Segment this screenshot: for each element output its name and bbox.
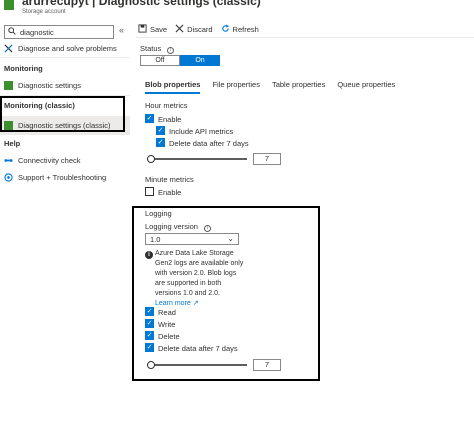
sidebar-item-label: Diagnose and solve problems [18, 43, 117, 53]
info-icon: i [204, 225, 212, 232]
discard-button[interactable]: Discard [175, 24, 213, 35]
logging-version-select[interactable]: 1.0 ⌄ [145, 233, 239, 245]
hour-delete-label: Delete data after 7 days [169, 139, 249, 148]
minute-enable-checkbox[interactable] [145, 187, 154, 196]
sidebar-item-connectivity-check[interactable]: Connectivity check [0, 153, 130, 167]
info-icon: i [167, 47, 175, 54]
minute-metrics-title: Minute metrics [145, 175, 194, 184]
logging-info-message: Azure Data Lake Storage Gen2 logs are av… [155, 249, 260, 309]
logging-retention-slider[interactable] [147, 361, 247, 369]
learn-more-link[interactable]: Learn more ↗ [155, 300, 199, 307]
hour-enable-checkbox[interactable]: ✓ [145, 114, 154, 123]
chevron-down-icon: ⌄ [227, 234, 234, 243]
read-checkbox[interactable]: ✓ [145, 307, 154, 316]
read-label: Read [158, 308, 176, 317]
delete-checkbox[interactable]: ✓ [145, 331, 154, 340]
minute-enable-label: Enable [158, 188, 182, 197]
wrench-icon [4, 43, 13, 53]
toolbar-divider [136, 37, 474, 38]
connectivity-icon [4, 156, 13, 165]
logging-version-label: Logging version i [145, 222, 212, 232]
hour-metrics-title: Hour metrics [145, 101, 188, 110]
collapse-sidebar-icon[interactable]: « [119, 25, 124, 35]
logging-version-value: 1.0 [150, 235, 161, 244]
tab-table-properties[interactable]: Table properties [272, 80, 325, 94]
tab-file-properties[interactable]: File properties [212, 80, 260, 94]
delete-label: Delete [158, 332, 180, 341]
properties-tabs: Blob properties File properties Table pr… [145, 80, 407, 94]
info-line: versions 1.0 and 2.0. [155, 290, 220, 297]
sidebar-item-diagnostic-settings[interactable]: Diagnostic settings [0, 78, 130, 92]
sidebar-item-support[interactable]: Support + Troubleshooting [0, 170, 130, 184]
sidebar-item-label: Connectivity check [18, 155, 81, 165]
logging-delete-after-label: Delete data after 7 days [158, 344, 238, 353]
sidebar-item-label: Support + Troubleshooting [18, 172, 107, 182]
toolbar: Save Discard Refresh [138, 22, 267, 36]
search-icon [8, 27, 16, 37]
refresh-label: Refresh [232, 24, 259, 34]
divider [0, 134, 130, 135]
save-button[interactable]: Save [138, 23, 168, 35]
save-icon [138, 23, 147, 35]
sidebar-item-label: Diagnostic settings [18, 80, 81, 90]
section-title-monitoring: Monitoring [4, 64, 43, 73]
sidebar-item-diagnose[interactable]: Diagnose and solve problems [0, 41, 130, 55]
status-label-text: Status [140, 44, 162, 53]
tab-blob-properties[interactable]: Blob properties [145, 80, 201, 94]
tab-queue-properties[interactable]: Queue properties [337, 80, 395, 94]
close-icon [175, 24, 184, 35]
blade-header: arurrecupyt | Diagnostic settings (class… [0, 0, 474, 20]
write-label: Write [158, 320, 176, 329]
support-icon [4, 172, 13, 182]
logging-delete-after-checkbox[interactable]: ✓ [145, 343, 154, 352]
page-title: arurrecupyt | Diagnostic settings (class… [22, 0, 261, 8]
save-label: Save [150, 24, 168, 34]
diagnostic-settings-icon [4, 80, 13, 90]
include-api-checkbox[interactable]: ✓ [156, 126, 165, 135]
sidebar: « Diagnose and solve problems Monitoring… [0, 20, 130, 445]
learn-more-text: Learn more [155, 300, 191, 307]
logging-retention-days-input[interactable]: 7 [253, 359, 281, 371]
hour-enable-label: Enable [158, 115, 182, 124]
hour-retention-days-input[interactable]: 7 [253, 153, 281, 165]
page-subtitle: Storage account [22, 9, 66, 15]
logging-version-label-text: Logging version [145, 222, 198, 231]
status-label: Status i [140, 44, 175, 54]
search-input[interactable] [20, 27, 112, 37]
status-off-option[interactable]: Off [140, 55, 180, 66]
slider-track [147, 364, 247, 366]
info-line: Azure Data Lake Storage [155, 250, 234, 257]
include-api-label: Include API metrics [169, 127, 234, 136]
slider-thumb[interactable] [147, 155, 155, 163]
slider-thumb[interactable] [147, 361, 155, 369]
info-line: with version 2.0. Blob logs [155, 270, 237, 277]
highlight-box-sidebar [0, 96, 125, 132]
discard-label: Discard [187, 24, 213, 34]
divider [0, 57, 130, 58]
info-line: are supported in both [155, 280, 222, 287]
status-on-option[interactable]: On [180, 55, 220, 66]
section-title-help: Help [4, 139, 21, 148]
refresh-icon [221, 23, 230, 35]
refresh-button[interactable]: Refresh [221, 23, 259, 35]
external-link-icon: ↗ [192, 300, 199, 307]
info-line: Gen2 logs are available only [155, 260, 244, 267]
status-toggle[interactable]: Off On [140, 55, 220, 66]
search-box[interactable] [4, 25, 114, 39]
hour-delete-checkbox[interactable]: ✓ [156, 138, 165, 147]
hour-retention-slider[interactable] [147, 155, 247, 163]
logging-title: Logging [145, 209, 172, 218]
storage-account-icon [4, 0, 14, 10]
slider-track [147, 158, 247, 160]
info-icon: i [145, 251, 153, 259]
write-checkbox[interactable]: ✓ [145, 319, 154, 328]
